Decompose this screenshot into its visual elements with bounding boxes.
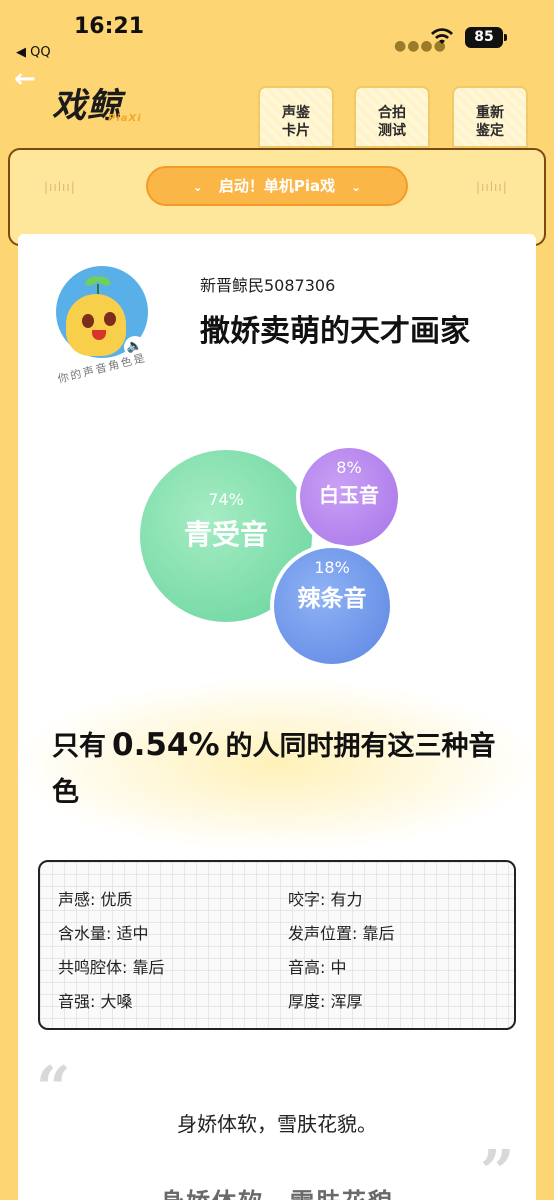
chevron-down-icon: ⌄ xyxy=(192,180,203,194)
avatar-face xyxy=(66,294,126,356)
tab-label-line1: 声鉴 xyxy=(282,105,310,121)
tab-label-line2: 卡片 xyxy=(282,123,310,139)
attribute-item: 音高: 中 xyxy=(288,958,347,977)
tab-re-evaluate[interactable]: 重新 鉴定 xyxy=(452,86,528,148)
rarity-value: 0.54% xyxy=(112,727,220,763)
wifi-icon xyxy=(431,28,453,44)
back-arrow-icon[interactable]: ← xyxy=(14,64,36,94)
role-title: 撒娇卖萌的天才画家 xyxy=(200,314,470,349)
username: 新晋鲸民5087306 xyxy=(200,276,336,295)
tab-voice-card[interactable]: 声鉴 卡片 xyxy=(258,86,334,148)
attribute-item: 发声位置: 靠后 xyxy=(288,924,395,943)
attribute-item: 音强: 大嗓 xyxy=(58,992,133,1011)
tab-label-line2: 鉴定 xyxy=(476,123,504,139)
attribute-item: 厚度: 浑厚 xyxy=(288,992,363,1011)
voice-percent: 18% xyxy=(314,558,350,577)
rarity-text: 只有 0.54% 的人同时拥有这三种音色 xyxy=(52,722,502,816)
tab-label-line1: 合拍 xyxy=(378,105,406,121)
battery-indicator: 85 xyxy=(465,27,507,48)
rarity-prefix: 只有 xyxy=(52,731,106,762)
voice-bubble-baiyu: 8% 白玉音 xyxy=(296,444,402,550)
voice-name: 辣条音 xyxy=(297,586,367,612)
quote-text: 身娇体软，雪肤花貌。 xyxy=(177,1112,377,1136)
chevron-down-icon: ⌄ xyxy=(351,180,362,194)
voice-name: 青受音 xyxy=(183,518,268,551)
sprout-icon xyxy=(85,276,111,296)
start-pia-label: 启动！单机Pia戏 xyxy=(218,177,336,195)
voice-name: 白玉音 xyxy=(319,483,379,507)
voice-percent: 8% xyxy=(336,458,362,477)
sound-wave-icon: |ıılıı| xyxy=(476,180,508,194)
tab-label-line1: 重新 xyxy=(476,105,504,121)
back-to-app-link[interactable]: ◀ QQ xyxy=(16,45,51,60)
attribute-item: 含水量: 适中 xyxy=(58,924,149,943)
attribute-item: 咬字: 有力 xyxy=(288,890,363,909)
avatar-eye xyxy=(104,312,116,326)
voice-percent: 74% xyxy=(208,490,244,509)
avatar-eye xyxy=(82,314,94,328)
sound-wave-icon: |ıılıı| xyxy=(44,180,76,194)
tab-label-line2: 测试 xyxy=(378,123,406,139)
quote-text-echo: 身娇体软，雪肤花貌 xyxy=(0,1182,554,1200)
tab-duet-test[interactable]: 合拍 测试 xyxy=(354,86,430,148)
start-pia-button[interactable]: ⌄ 启动！单机Pia戏 ⌄ xyxy=(146,166,408,206)
attribute-item: 声感: 优质 xyxy=(58,890,133,909)
status-bar: 16:21 ◀ QQ ●●●● 85 xyxy=(0,0,554,60)
app-logo-subtitle: PiaXi xyxy=(108,113,142,124)
attribute-item: 共鸣腔体: 靠后 xyxy=(58,958,165,977)
voice-bubble-latiao: 18% 辣条音 xyxy=(270,544,394,668)
status-time: 16:21 xyxy=(74,14,145,39)
